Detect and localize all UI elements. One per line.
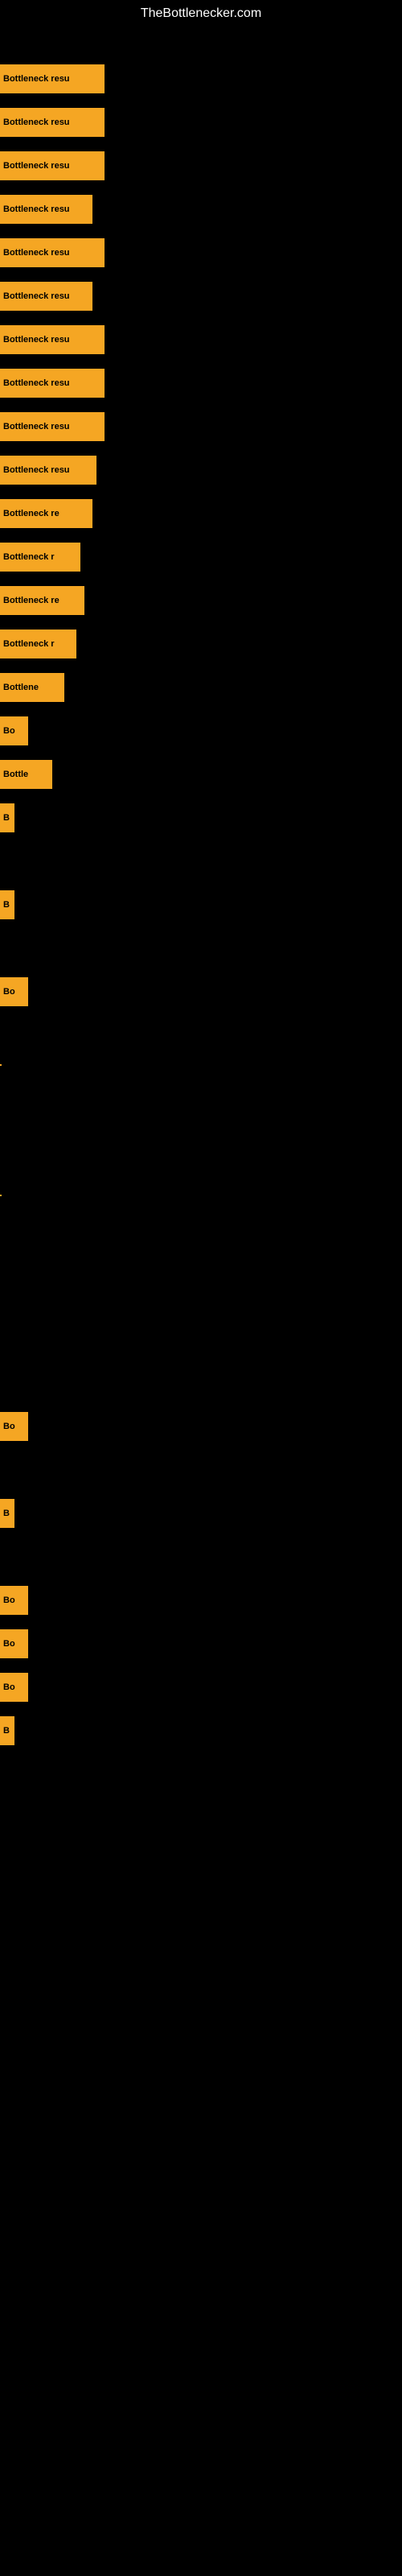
bar-label: B: [0, 1507, 13, 1520]
bar-item: Bo: [0, 716, 28, 745]
bar-label: B: [0, 1724, 13, 1737]
bar-item: Bo: [0, 1673, 28, 1702]
bar-item: Bottleneck resu: [0, 282, 92, 311]
bar-item: B: [0, 890, 14, 919]
bar-label: Bo: [0, 1594, 18, 1607]
bar-item: Bottleneck r: [0, 543, 80, 572]
bar-item: B: [0, 803, 14, 832]
bar-item: |: [0, 1064, 2, 1066]
bar-item: Bottleneck resu: [0, 64, 105, 93]
bar-label: Bottleneck re: [0, 507, 63, 520]
bar-item: Bottleneck resu: [0, 456, 96, 485]
bar-item: Bo: [0, 1629, 28, 1658]
bar-label: Bottleneck resu: [0, 246, 73, 259]
bar-item: B: [0, 1499, 14, 1528]
bar-label: B: [0, 811, 13, 824]
bar-item: Bo: [0, 1412, 28, 1441]
bar-item: Bottleneck resu: [0, 369, 105, 398]
bar-item: Bo: [0, 1586, 28, 1615]
bar-item: Bottleneck re: [0, 499, 92, 528]
bar-label: Bottleneck resu: [0, 72, 73, 85]
bar-label: Bottleneck resu: [0, 159, 73, 172]
bar-label: |: [0, 1195, 2, 1196]
bar-label: Bo: [0, 985, 18, 998]
bar-label: Bottleneck resu: [0, 203, 73, 216]
bar-label: |: [0, 1064, 2, 1066]
bar-item: Bottlene: [0, 673, 64, 702]
bar-label: Bo: [0, 1681, 18, 1694]
bar-label: Bo: [0, 1637, 18, 1650]
bar-item: Bo: [0, 977, 28, 1006]
bar-label: Bottleneck resu: [0, 420, 73, 433]
bar-label: Bottleneck r: [0, 638, 58, 650]
bar-item: Bottleneck resu: [0, 195, 92, 224]
bar-item: Bottleneck resu: [0, 412, 105, 441]
bar-label: Bottleneck resu: [0, 333, 73, 346]
bar-label: B: [0, 898, 13, 911]
bar-label: Bottleneck resu: [0, 116, 73, 129]
bar-label: Bottleneck r: [0, 551, 58, 564]
bar-item: Bottleneck re: [0, 586, 84, 615]
bar-label: Bottleneck re: [0, 594, 63, 607]
site-title: TheBottlenecker.com: [0, 0, 402, 27]
bar-item: Bottleneck resu: [0, 151, 105, 180]
bar-label: Bottleneck resu: [0, 377, 73, 390]
bar-label: Bo: [0, 1420, 18, 1433]
bar-item: Bottleneck resu: [0, 238, 105, 267]
bar-item: Bottleneck resu: [0, 108, 105, 137]
bar-label: Bo: [0, 724, 18, 737]
bar-label: Bottleneck resu: [0, 290, 73, 303]
bar-item: Bottle: [0, 760, 52, 789]
bar-label: Bottleneck resu: [0, 464, 73, 477]
bar-label: Bottle: [0, 768, 31, 781]
bar-item: B: [0, 1716, 14, 1745]
bar-item: Bottleneck r: [0, 630, 76, 658]
bar-item: |: [0, 1195, 2, 1196]
bar-item: Bottleneck resu: [0, 325, 105, 354]
bar-label: Bottlene: [0, 681, 42, 694]
